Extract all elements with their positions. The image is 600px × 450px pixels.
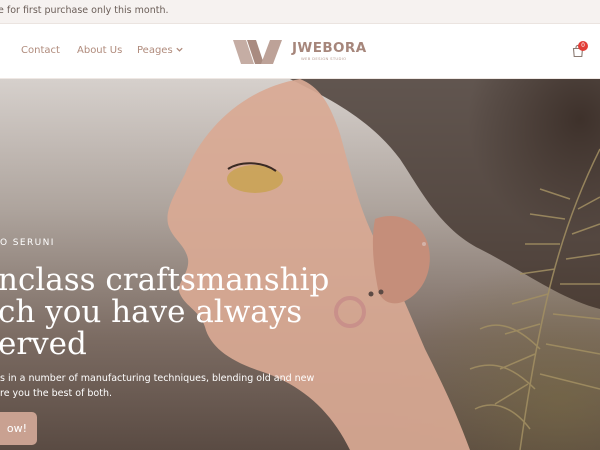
hero-description-line-1: s in a number of manufacturing technique… — [0, 373, 315, 384]
logo-mark-icon[interactable] — [233, 39, 291, 65]
nav-link-about[interactable]: About Us — [77, 45, 122, 56]
announcement-bar: e for first purchase only this month. — [0, 0, 600, 24]
nav-link-contact[interactable]: Contact — [21, 45, 60, 56]
cart-count-badge: 0 — [578, 41, 588, 51]
hero-headline-line-3: erved — [0, 326, 87, 362]
hero-description-line-2: re you the best of both. — [0, 388, 113, 399]
hero-eyebrow: O SERUNI — [0, 238, 55, 248]
hero-banner: O SERUNI nclass craftsmanship ch you hav… — [0, 79, 600, 450]
header-nav: Contact About Us Peages JWEBORA WEB DESI… — [0, 24, 600, 79]
hero-cta-button[interactable]: ow! — [0, 412, 37, 445]
logo-tagline: WEB DESIGN STUDIO — [301, 56, 347, 61]
chevron-down-icon[interactable] — [175, 45, 184, 54]
logo-text[interactable]: JWEBORA — [292, 40, 367, 56]
announcement-text: e for first purchase only this month. — [0, 5, 169, 16]
nav-link-pages[interactable]: Peages — [137, 45, 173, 56]
